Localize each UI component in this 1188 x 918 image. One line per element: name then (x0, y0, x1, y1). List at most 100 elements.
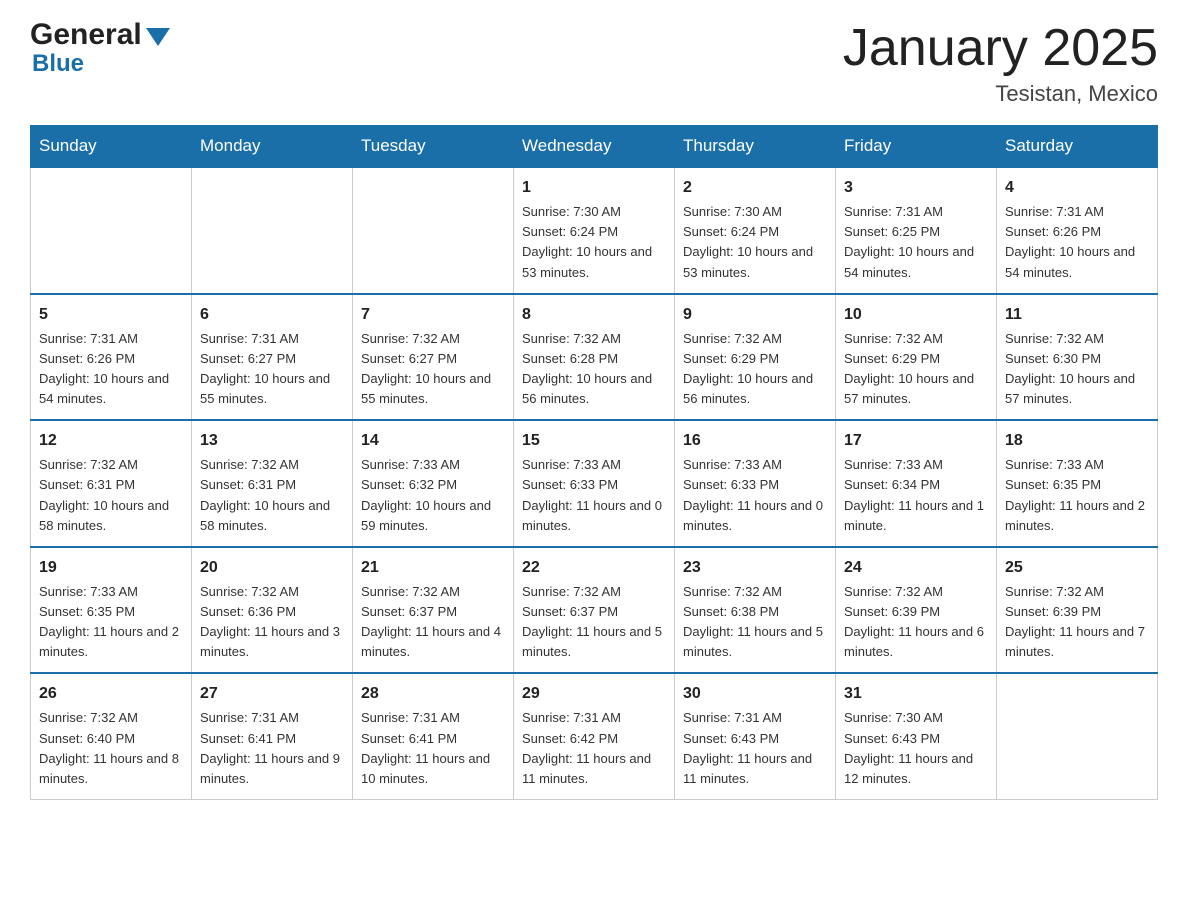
calendar-cell: 13Sunrise: 7:32 AM Sunset: 6:31 PM Dayli… (192, 420, 353, 547)
day-number: 20 (200, 556, 344, 580)
day-number: 13 (200, 429, 344, 453)
day-info: Sunrise: 7:33 AM Sunset: 6:34 PM Dayligh… (844, 455, 988, 536)
day-number: 27 (200, 682, 344, 706)
calendar-body: 1Sunrise: 7:30 AM Sunset: 6:24 PM Daylig… (31, 167, 1158, 799)
day-headers-row: SundayMondayTuesdayWednesdayThursdayFrid… (31, 126, 1158, 168)
calendar-cell: 22Sunrise: 7:32 AM Sunset: 6:37 PM Dayli… (514, 547, 675, 674)
calendar-cell (997, 673, 1158, 799)
calendar-cell: 3Sunrise: 7:31 AM Sunset: 6:25 PM Daylig… (836, 167, 997, 294)
day-info: Sunrise: 7:31 AM Sunset: 6:26 PM Dayligh… (39, 329, 183, 410)
day-number: 8 (522, 303, 666, 327)
calendar-cell: 11Sunrise: 7:32 AM Sunset: 6:30 PM Dayli… (997, 294, 1158, 421)
day-number: 9 (683, 303, 827, 327)
day-header-wednesday: Wednesday (514, 126, 675, 168)
calendar-cell: 8Sunrise: 7:32 AM Sunset: 6:28 PM Daylig… (514, 294, 675, 421)
calendar-week-2: 5Sunrise: 7:31 AM Sunset: 6:26 PM Daylig… (31, 294, 1158, 421)
day-info: Sunrise: 7:31 AM Sunset: 6:41 PM Dayligh… (200, 708, 344, 789)
calendar-cell: 30Sunrise: 7:31 AM Sunset: 6:43 PM Dayli… (675, 673, 836, 799)
calendar-cell: 7Sunrise: 7:32 AM Sunset: 6:27 PM Daylig… (353, 294, 514, 421)
day-info: Sunrise: 7:33 AM Sunset: 6:33 PM Dayligh… (522, 455, 666, 536)
calendar-cell: 23Sunrise: 7:32 AM Sunset: 6:38 PM Dayli… (675, 547, 836, 674)
logo: General Blue (30, 20, 170, 78)
day-info: Sunrise: 7:31 AM Sunset: 6:42 PM Dayligh… (522, 708, 666, 789)
day-info: Sunrise: 7:32 AM Sunset: 6:28 PM Dayligh… (522, 329, 666, 410)
day-info: Sunrise: 7:32 AM Sunset: 6:29 PM Dayligh… (683, 329, 827, 410)
day-number: 16 (683, 429, 827, 453)
page-header: General Blue January 2025 Tesistan, Mexi… (30, 20, 1158, 107)
day-info: Sunrise: 7:31 AM Sunset: 6:41 PM Dayligh… (361, 708, 505, 789)
day-number: 6 (200, 303, 344, 327)
day-info: Sunrise: 7:33 AM Sunset: 6:32 PM Dayligh… (361, 455, 505, 536)
calendar-table: SundayMondayTuesdayWednesdayThursdayFrid… (30, 125, 1158, 800)
day-info: Sunrise: 7:32 AM Sunset: 6:37 PM Dayligh… (361, 582, 505, 663)
day-number: 7 (361, 303, 505, 327)
day-number: 29 (522, 682, 666, 706)
calendar-cell: 26Sunrise: 7:32 AM Sunset: 6:40 PM Dayli… (31, 673, 192, 799)
calendar-cell (353, 167, 514, 294)
day-info: Sunrise: 7:33 AM Sunset: 6:35 PM Dayligh… (39, 582, 183, 663)
calendar-cell: 17Sunrise: 7:33 AM Sunset: 6:34 PM Dayli… (836, 420, 997, 547)
day-info: Sunrise: 7:32 AM Sunset: 6:31 PM Dayligh… (200, 455, 344, 536)
day-number: 5 (39, 303, 183, 327)
day-info: Sunrise: 7:30 AM Sunset: 6:43 PM Dayligh… (844, 708, 988, 789)
day-header-tuesday: Tuesday (353, 126, 514, 168)
calendar-cell: 4Sunrise: 7:31 AM Sunset: 6:26 PM Daylig… (997, 167, 1158, 294)
calendar-cell: 6Sunrise: 7:31 AM Sunset: 6:27 PM Daylig… (192, 294, 353, 421)
day-number: 26 (39, 682, 183, 706)
calendar-cell: 2Sunrise: 7:30 AM Sunset: 6:24 PM Daylig… (675, 167, 836, 294)
day-info: Sunrise: 7:33 AM Sunset: 6:35 PM Dayligh… (1005, 455, 1149, 536)
calendar-cell (31, 167, 192, 294)
day-info: Sunrise: 7:31 AM Sunset: 6:25 PM Dayligh… (844, 202, 988, 283)
day-info: Sunrise: 7:31 AM Sunset: 6:26 PM Dayligh… (1005, 202, 1149, 283)
day-header-monday: Monday (192, 126, 353, 168)
calendar-cell: 14Sunrise: 7:33 AM Sunset: 6:32 PM Dayli… (353, 420, 514, 547)
day-number: 25 (1005, 556, 1149, 580)
day-header-friday: Friday (836, 126, 997, 168)
day-info: Sunrise: 7:32 AM Sunset: 6:27 PM Dayligh… (361, 329, 505, 410)
day-header-sunday: Sunday (31, 126, 192, 168)
day-info: Sunrise: 7:32 AM Sunset: 6:40 PM Dayligh… (39, 708, 183, 789)
day-info: Sunrise: 7:31 AM Sunset: 6:43 PM Dayligh… (683, 708, 827, 789)
logo-arrow-icon (146, 28, 170, 46)
day-header-thursday: Thursday (675, 126, 836, 168)
calendar-cell: 16Sunrise: 7:33 AM Sunset: 6:33 PM Dayli… (675, 420, 836, 547)
calendar-cell: 28Sunrise: 7:31 AM Sunset: 6:41 PM Dayli… (353, 673, 514, 799)
day-number: 11 (1005, 303, 1149, 327)
day-number: 18 (1005, 429, 1149, 453)
logo-blue-text: Blue (32, 50, 84, 78)
calendar-cell: 20Sunrise: 7:32 AM Sunset: 6:36 PM Dayli… (192, 547, 353, 674)
calendar-cell: 9Sunrise: 7:32 AM Sunset: 6:29 PM Daylig… (675, 294, 836, 421)
calendar-cell: 5Sunrise: 7:31 AM Sunset: 6:26 PM Daylig… (31, 294, 192, 421)
title-area: January 2025 Tesistan, Mexico (843, 20, 1158, 107)
day-number: 2 (683, 176, 827, 200)
day-number: 14 (361, 429, 505, 453)
day-number: 31 (844, 682, 988, 706)
day-number: 28 (361, 682, 505, 706)
day-info: Sunrise: 7:31 AM Sunset: 6:27 PM Dayligh… (200, 329, 344, 410)
logo-general-text: General (30, 20, 142, 50)
day-number: 12 (39, 429, 183, 453)
calendar-cell: 29Sunrise: 7:31 AM Sunset: 6:42 PM Dayli… (514, 673, 675, 799)
day-info: Sunrise: 7:32 AM Sunset: 6:31 PM Dayligh… (39, 455, 183, 536)
calendar-cell: 27Sunrise: 7:31 AM Sunset: 6:41 PM Dayli… (192, 673, 353, 799)
day-info: Sunrise: 7:32 AM Sunset: 6:38 PM Dayligh… (683, 582, 827, 663)
calendar-cell: 31Sunrise: 7:30 AM Sunset: 6:43 PM Dayli… (836, 673, 997, 799)
day-header-saturday: Saturday (997, 126, 1158, 168)
day-info: Sunrise: 7:32 AM Sunset: 6:39 PM Dayligh… (844, 582, 988, 663)
calendar-cell: 15Sunrise: 7:33 AM Sunset: 6:33 PM Dayli… (514, 420, 675, 547)
day-info: Sunrise: 7:30 AM Sunset: 6:24 PM Dayligh… (683, 202, 827, 283)
calendar-cell: 12Sunrise: 7:32 AM Sunset: 6:31 PM Dayli… (31, 420, 192, 547)
calendar-week-1: 1Sunrise: 7:30 AM Sunset: 6:24 PM Daylig… (31, 167, 1158, 294)
calendar-week-5: 26Sunrise: 7:32 AM Sunset: 6:40 PM Dayli… (31, 673, 1158, 799)
day-info: Sunrise: 7:30 AM Sunset: 6:24 PM Dayligh… (522, 202, 666, 283)
day-number: 23 (683, 556, 827, 580)
calendar-week-4: 19Sunrise: 7:33 AM Sunset: 6:35 PM Dayli… (31, 547, 1158, 674)
calendar-cell: 21Sunrise: 7:32 AM Sunset: 6:37 PM Dayli… (353, 547, 514, 674)
day-number: 22 (522, 556, 666, 580)
month-title: January 2025 (843, 20, 1158, 77)
day-info: Sunrise: 7:32 AM Sunset: 6:37 PM Dayligh… (522, 582, 666, 663)
day-number: 17 (844, 429, 988, 453)
day-number: 1 (522, 176, 666, 200)
calendar-header: SundayMondayTuesdayWednesdayThursdayFrid… (31, 126, 1158, 168)
day-info: Sunrise: 7:32 AM Sunset: 6:36 PM Dayligh… (200, 582, 344, 663)
